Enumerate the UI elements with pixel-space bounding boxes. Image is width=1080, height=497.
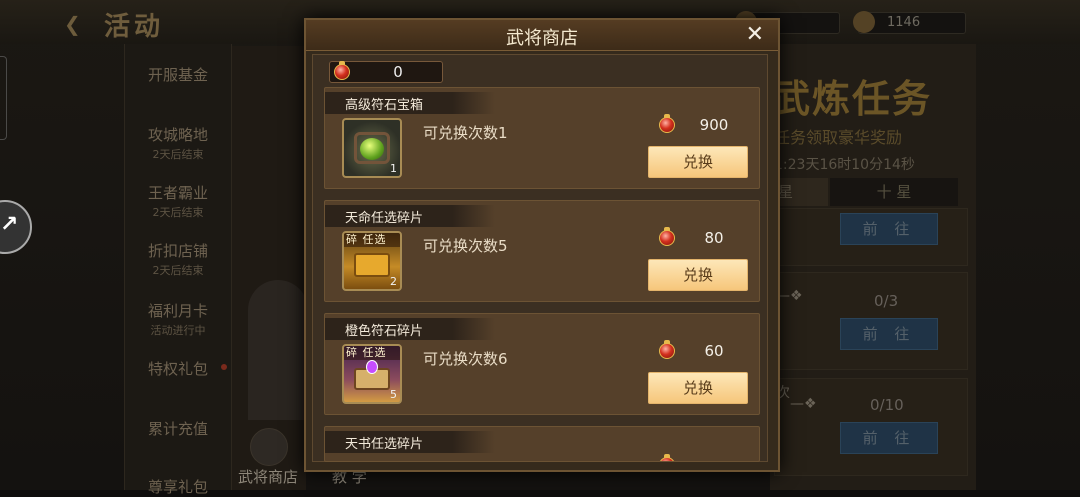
page-title: 活动 <box>104 12 165 42</box>
task-banner-title: 武炼任务 <box>772 76 933 121</box>
exchange-limit: 可兑换次数5 <box>423 237 508 255</box>
shop-item: 高级符石宝箱 1 可兑换次数1 900 兑换 <box>324 87 760 189</box>
star-divider: —❖ <box>790 396 817 412</box>
task-progress: 0/3 <box>874 292 899 310</box>
item-name: 橙色符石碎片 <box>345 324 424 339</box>
general-shop-dialog: 武将商店 ✕ 0 高级符石宝箱 1 可兑换次数1 900 兑换 天命任选碎片 碎… <box>304 18 780 472</box>
general-shop-icon[interactable] <box>250 428 288 466</box>
fragment-label: 碎 任选 <box>344 346 400 360</box>
shop-list[interactable]: 0 高级符石宝箱 1 可兑换次数1 900 兑换 天命任选碎片 碎 任选 2 可 <box>312 54 768 462</box>
fragment-label: 碎 任选 <box>344 233 400 247</box>
item-quantity: 2 <box>390 275 397 288</box>
tab-ten-star[interactable]: 十 星 <box>830 178 958 206</box>
purple-rune-fragment-icon[interactable]: 碎 任选 5 <box>342 344 402 404</box>
shop-token-icon <box>659 340 675 359</box>
menu-item-kaifu[interactable]: 开服基金 <box>125 64 231 85</box>
menu-item-wangzhe[interactable]: 王者霸业 2天后结束 <box>125 182 231 220</box>
item-quantity: 1 <box>390 162 397 175</box>
shop-item: 橙色符石碎片 碎 任选 5 可兑换次数6 60 兑换 <box>324 313 760 415</box>
character-figure <box>248 280 308 420</box>
resource-counter-b: 1146 <box>853 11 966 34</box>
go-button[interactable]: 前 往 <box>840 422 938 454</box>
dialog-header: 武将商店 ✕ <box>306 20 778 51</box>
item-name: 天命任选碎片 <box>345 211 424 226</box>
green-gem-chest-icon[interactable]: 1 <box>342 118 402 178</box>
countdown-timer: 1:23天16时10分14秒 <box>774 157 915 173</box>
shop-item: 天书任选碎片 <box>324 426 760 462</box>
shop-token-icon <box>659 227 675 246</box>
task-banner-subtitle: 任务领取豪华奖励 <box>774 128 903 147</box>
general-shop-label[interactable]: 武将商店 <box>238 466 298 487</box>
item-price: 60 <box>704 342 724 360</box>
shop-token-icon <box>334 61 350 80</box>
item-name: 高级符石宝箱 <box>345 98 424 113</box>
menu-item-yueka[interactable]: 福利月卡 活动进行中 <box>125 300 231 338</box>
item-quantity: 5 <box>390 388 397 401</box>
menu-item-zhekou[interactable]: 折扣店铺 2天后结束 <box>125 240 231 278</box>
shop-token-icon <box>659 114 675 133</box>
currency-balance: 0 <box>329 61 443 83</box>
exchange-limit: 可兑换次数1 <box>423 124 508 142</box>
item-name: 天书任选碎片 <box>345 437 424 452</box>
notification-dot <box>221 364 227 370</box>
go-button[interactable]: 前 往 <box>840 213 938 245</box>
menu-item-zunxiang[interactable]: 尊享礼包 <box>125 476 231 497</box>
close-icon[interactable]: ✕ <box>746 22 764 47</box>
exchange-limit: 可兑换次数6 <box>423 350 508 368</box>
character-panel <box>232 46 306 490</box>
shop-token-icon <box>659 454 675 461</box>
task-progress: 0/10 <box>870 396 904 414</box>
gold-chest-fragment-icon[interactable]: 碎 任选 2 <box>342 231 402 291</box>
back-arrow-icon[interactable]: ❮ <box>64 12 81 36</box>
item-price: 80 <box>704 229 724 247</box>
shop-item: 天命任选碎片 碎 任选 2 可兑换次数5 80 兑换 <box>324 200 760 302</box>
menu-item-leiji[interactable]: 累计充值 <box>125 418 231 439</box>
resource-value: 1146 <box>887 15 921 30</box>
exchange-button[interactable]: 兑换 <box>648 259 748 291</box>
go-button[interactable]: 前 往 <box>840 318 938 350</box>
item-price: 900 <box>699 116 729 134</box>
ingot-icon <box>853 11 875 33</box>
menu-item-gongcheng[interactable]: 攻城略地 2天后结束 <box>125 124 231 162</box>
tab-star[interactable]: 星 <box>774 178 828 206</box>
activity-menu: 开服基金 攻城略地 2天后结束 王者霸业 2天后结束 折扣店铺 2天后结束 福利… <box>124 44 232 496</box>
exchange-button[interactable]: 兑换 <box>648 146 748 178</box>
menu-item-tequan[interactable]: 特权礼包 <box>125 358 231 379</box>
dialog-title: 武将商店 <box>506 28 578 49</box>
exchange-button[interactable]: 兑换 <box>648 372 748 404</box>
side-drawer-handle[interactable] <box>0 56 7 140</box>
balance-value: 0 <box>393 63 403 81</box>
